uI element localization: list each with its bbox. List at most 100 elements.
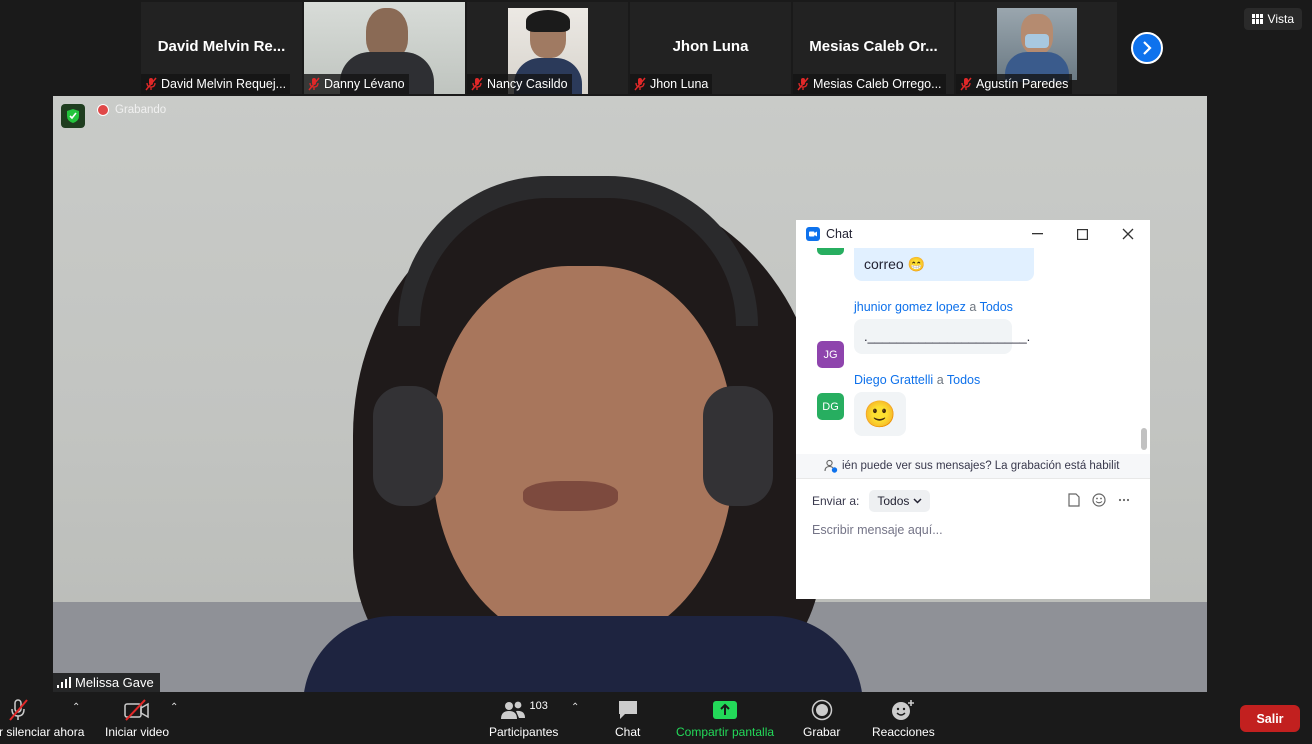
unmute-label: r silenciar ahora bbox=[0, 725, 85, 739]
chat-privacy-notice[interactable]: ién puede ver sus mensajes? La grabación… bbox=[796, 454, 1150, 478]
share-screen-button[interactable]: Compartir pantalla bbox=[676, 698, 774, 739]
avatar bbox=[817, 248, 844, 255]
close-button[interactable] bbox=[1105, 220, 1150, 248]
participant-name: Mesias Caleb Orrego... bbox=[813, 77, 942, 91]
participant-name-large: Mesias Caleb Or... bbox=[809, 38, 938, 55]
participant-tile[interactable]: Jhon Luna Jhon Luna bbox=[630, 2, 791, 94]
participant-name: Danny Lévano bbox=[324, 77, 405, 91]
meeting-toolbar: r silenciar ahora ⌃ Iniciar video ⌃ 103 … bbox=[0, 692, 1312, 744]
participant-tile[interactable]: Danny Lévano bbox=[304, 2, 465, 94]
close-icon bbox=[1122, 228, 1133, 240]
window-controls bbox=[1015, 220, 1150, 248]
chat-message-bubble: .______________________. bbox=[854, 319, 1030, 354]
message-header: Diego Grattelli a Todos bbox=[854, 373, 980, 387]
share-screen-label: Compartir pantalla bbox=[676, 725, 775, 739]
participant-caption: Mesias Caleb Orrego... bbox=[793, 74, 946, 94]
chat-message-bubble: 🙂 bbox=[854, 392, 906, 436]
recipient-name[interactable]: Todos bbox=[947, 373, 980, 387]
grid-icon bbox=[1251, 14, 1263, 24]
to-word: a bbox=[969, 300, 977, 314]
participant-tile[interactable]: David Melvin Re... David Melvin Requej..… bbox=[141, 2, 302, 94]
record-icon bbox=[811, 698, 833, 722]
chat-label: Chat bbox=[615, 725, 641, 739]
start-video-label: Iniciar video bbox=[105, 725, 170, 739]
chevron-down-icon bbox=[913, 498, 922, 504]
video-options-caret-icon[interactable]: ⌃ bbox=[170, 702, 178, 713]
participants-icon bbox=[500, 701, 525, 719]
view-button[interactable]: Vista bbox=[1243, 8, 1302, 30]
audio-options-caret-icon[interactable]: ⌃ bbox=[72, 702, 80, 713]
more-icon[interactable] bbox=[1118, 493, 1130, 507]
chat-message-bubble: correo 😁 bbox=[854, 248, 1034, 281]
share-screen-icon bbox=[712, 698, 738, 722]
participant-name: Jhon Luna bbox=[650, 77, 709, 91]
video-off-icon bbox=[123, 698, 151, 722]
gallery-strip: David Melvin Re... David Melvin Requej..… bbox=[141, 2, 1119, 94]
send-to-label: Enviar a: bbox=[812, 494, 860, 508]
participant-caption: Danny Lévano bbox=[304, 74, 409, 94]
leave-button[interactable]: Salir bbox=[1240, 705, 1300, 732]
emoji-icon[interactable] bbox=[1092, 493, 1106, 507]
to-word: a bbox=[936, 373, 944, 387]
participant-tile[interactable]: Mesias Caleb Or... Mesias Caleb Orrego..… bbox=[793, 2, 954, 94]
message-header: jhunior gomez lopez a Todos bbox=[854, 300, 1013, 314]
record-label: Grabar bbox=[803, 725, 841, 739]
compose-tools bbox=[1068, 493, 1130, 507]
maximize-button[interactable] bbox=[1060, 220, 1105, 248]
participant-tile[interactable]: Agustín Paredes bbox=[956, 2, 1117, 94]
zoom-logo-icon bbox=[806, 227, 820, 241]
sender-name[interactable]: Diego Grattelli bbox=[854, 373, 933, 387]
chat-scrollbar[interactable] bbox=[1141, 252, 1147, 452]
mic-off-icon bbox=[145, 77, 157, 91]
chat-window: Chat correo 😁 jhunior gomez lopez a Todo… bbox=[796, 220, 1150, 599]
participant-caption: Nancy Casildo bbox=[467, 74, 572, 94]
participants-caret-icon[interactable]: ⌃ bbox=[571, 702, 579, 713]
participant-name: Nancy Casildo bbox=[487, 77, 568, 91]
speaker-name: Melissa Gave bbox=[75, 675, 154, 690]
security-shield-icon[interactable] bbox=[61, 104, 85, 128]
mic-off-icon bbox=[471, 77, 483, 91]
send-to-value: Todos bbox=[877, 494, 910, 508]
recording-label: Grabando bbox=[115, 104, 167, 116]
file-icon[interactable] bbox=[1068, 493, 1080, 507]
chat-button[interactable]: Chat bbox=[615, 698, 640, 739]
participant-tile[interactable]: Nancy Casildo bbox=[467, 2, 628, 94]
participant-name-large: Jhon Luna bbox=[672, 38, 749, 55]
next-page-button[interactable] bbox=[1131, 32, 1163, 64]
signal-strength-icon bbox=[57, 677, 71, 688]
avatar: JG bbox=[817, 341, 844, 368]
minimize-button[interactable] bbox=[1015, 220, 1060, 248]
participant-name-large: David Melvin Re... bbox=[157, 38, 286, 55]
send-to-row: Enviar a: Todos bbox=[796, 479, 1150, 523]
reactions-label: Reacciones bbox=[872, 725, 935, 739]
mic-off-icon bbox=[0, 698, 29, 722]
participant-video-image bbox=[997, 8, 1077, 82]
participant-caption: David Melvin Requej... bbox=[141, 74, 291, 94]
participants-icon-group: 103 bbox=[500, 698, 548, 722]
participant-name: Agustín Paredes bbox=[976, 77, 1069, 91]
mic-off-icon bbox=[634, 77, 646, 91]
mic-off-icon bbox=[308, 77, 320, 91]
record-button[interactable]: Grabar bbox=[803, 698, 840, 739]
chat-message-input[interactable]: Escribir mensaje aquí... bbox=[796, 523, 1150, 537]
send-to-dropdown[interactable]: Todos bbox=[869, 490, 931, 512]
avatar: DG bbox=[817, 393, 844, 420]
participants-label: Participantes bbox=[489, 725, 559, 739]
start-video-button[interactable]: Iniciar video bbox=[105, 698, 169, 739]
person-info-icon bbox=[824, 459, 838, 473]
chevron-right-icon bbox=[1143, 41, 1152, 55]
speaker-caption: Melissa Gave bbox=[53, 673, 160, 692]
chat-title: Chat bbox=[826, 227, 853, 241]
mic-off-icon bbox=[960, 77, 972, 91]
sender-name[interactable]: jhunior gomez lopez bbox=[854, 300, 966, 314]
reactions-button[interactable]: Reacciones bbox=[872, 698, 935, 739]
participant-name: David Melvin Requej... bbox=[161, 77, 287, 91]
participant-caption: Jhon Luna bbox=[630, 74, 713, 94]
recording-indicator: Grabando bbox=[97, 104, 166, 116]
recipient-name[interactable]: Todos bbox=[980, 300, 1013, 314]
chat-messages: correo 😁 jhunior gomez lopez a Todos JG … bbox=[796, 248, 1138, 454]
maximize-icon bbox=[1077, 228, 1088, 240]
chat-compose: Enviar a: Todos Escribir mensaje aquí... bbox=[796, 478, 1150, 537]
participants-button[interactable]: 103 Participantes bbox=[489, 698, 558, 739]
scrollbar-thumb[interactable] bbox=[1141, 428, 1147, 450]
